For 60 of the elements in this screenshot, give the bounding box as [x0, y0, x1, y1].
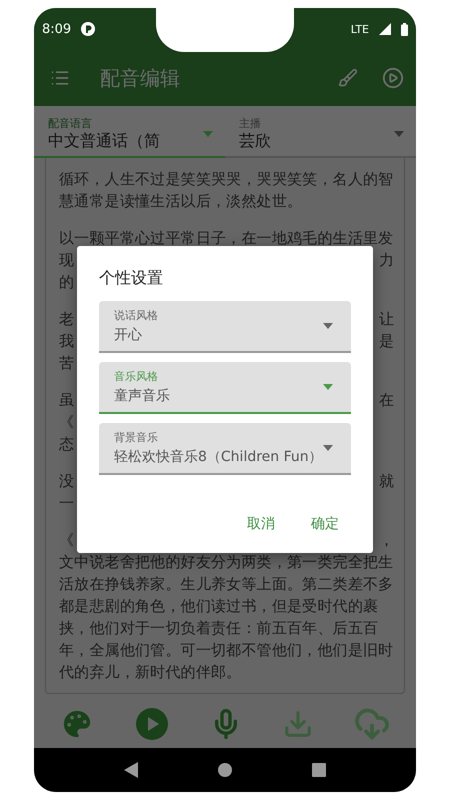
dialog-title: 个性设置	[99, 268, 164, 289]
play-icon[interactable]	[135, 707, 170, 741]
signal-icon	[379, 23, 391, 35]
text-fragment: 循环，人生不过是笑笑哭哭，哭哭笑笑，名人的智	[59, 170, 394, 188]
dropdown-label: 背景音乐	[114, 430, 159, 445]
text-fragment: 文中说老舍把他的好友分为两类，第一类完全把生	[59, 552, 394, 572]
text-fragment: 态	[59, 434, 74, 454]
text-fragment: 代的弃儿，新时代的伴郎。	[59, 662, 242, 682]
text-fragment: 力	[378, 250, 394, 270]
brush-icon[interactable]	[338, 68, 358, 88]
text-fragment: 活放在挣钱养家。生儿养女等上面。第二类差不多	[59, 574, 394, 594]
text-fragment: 《	[59, 530, 74, 550]
caret-icon	[323, 323, 333, 329]
caret-icon	[394, 131, 404, 137]
cloud-download-icon[interactable]	[354, 706, 390, 742]
dropdown-label: 说话风格	[114, 308, 159, 323]
text-fragment: 慧通常是读懂生活以后，淡然处世。	[59, 192, 302, 210]
dropdown-value: 芸欣	[239, 131, 272, 152]
text-fragment: 在	[378, 390, 394, 410]
back-icon[interactable]	[124, 762, 138, 778]
dropdown-field[interactable]: 背景音乐 轻松欢快音乐8（Children Fun）	[99, 423, 351, 475]
dropdown-value: 开心	[114, 326, 143, 344]
dropdown-field[interactable]: 配音语言 中文普通话（简	[34, 106, 225, 158]
text-fragment: 现	[59, 250, 74, 270]
text-fragment: ，	[378, 530, 394, 550]
status-time: 8:09	[42, 22, 72, 36]
text-fragment: 我	[59, 332, 74, 350]
dropdown-value: 轻松欢快音乐8（Children Fun）	[114, 448, 323, 466]
text-fragment: 以一颗平常心过平常日子，在一地鸡毛的生活里发	[59, 228, 394, 248]
text-fragment: 就	[378, 472, 394, 490]
dropdown-value: 童声音乐	[114, 387, 171, 405]
text-fragment: 《	[59, 412, 74, 432]
text-fragment: 是	[378, 332, 394, 350]
caret-icon	[203, 131, 213, 137]
caret-icon	[323, 445, 333, 451]
dropdown-label: 配音语言	[48, 116, 93, 131]
text-fragment: 一	[59, 494, 74, 512]
text-fragment: 虽	[59, 390, 74, 410]
battery-icon	[401, 22, 408, 36]
network-label: LTE	[350, 22, 369, 36]
text-fragment: 没	[59, 472, 74, 490]
caret-icon	[323, 384, 333, 390]
dropdown-value: 中文普通话（简	[48, 131, 161, 152]
play-icon[interactable]	[382, 67, 404, 89]
app-title: 配音编辑	[100, 64, 181, 92]
dropdown-field[interactable]: 音乐风格 童声音乐	[99, 362, 351, 414]
text-fragment: 让	[378, 310, 394, 328]
dropdown-label: 音乐风格	[114, 369, 159, 384]
text-fragment: 年，全属他们管。可一切都不管他们，他们是旧时	[59, 640, 394, 660]
dialog-button[interactable]: 确定	[299, 507, 351, 541]
text-fragment: 的	[59, 272, 74, 292]
text-fragment: 都是悲剧的角色，他们读过书，但是受时代的裹	[59, 596, 378, 616]
text-fragment: 挟，他们对于一切负着责任：前五百年、后五百	[59, 618, 378, 638]
dropdown-field[interactable]: 说话风格 开心	[99, 301, 351, 353]
text-fragment: 老	[59, 310, 74, 328]
dialog-button[interactable]: 取消	[235, 507, 287, 541]
home-icon[interactable]	[218, 763, 232, 777]
download-icon[interactable]	[282, 709, 313, 739]
text-fragment: 苦	[59, 354, 74, 372]
app-notification-icon	[81, 22, 96, 36]
